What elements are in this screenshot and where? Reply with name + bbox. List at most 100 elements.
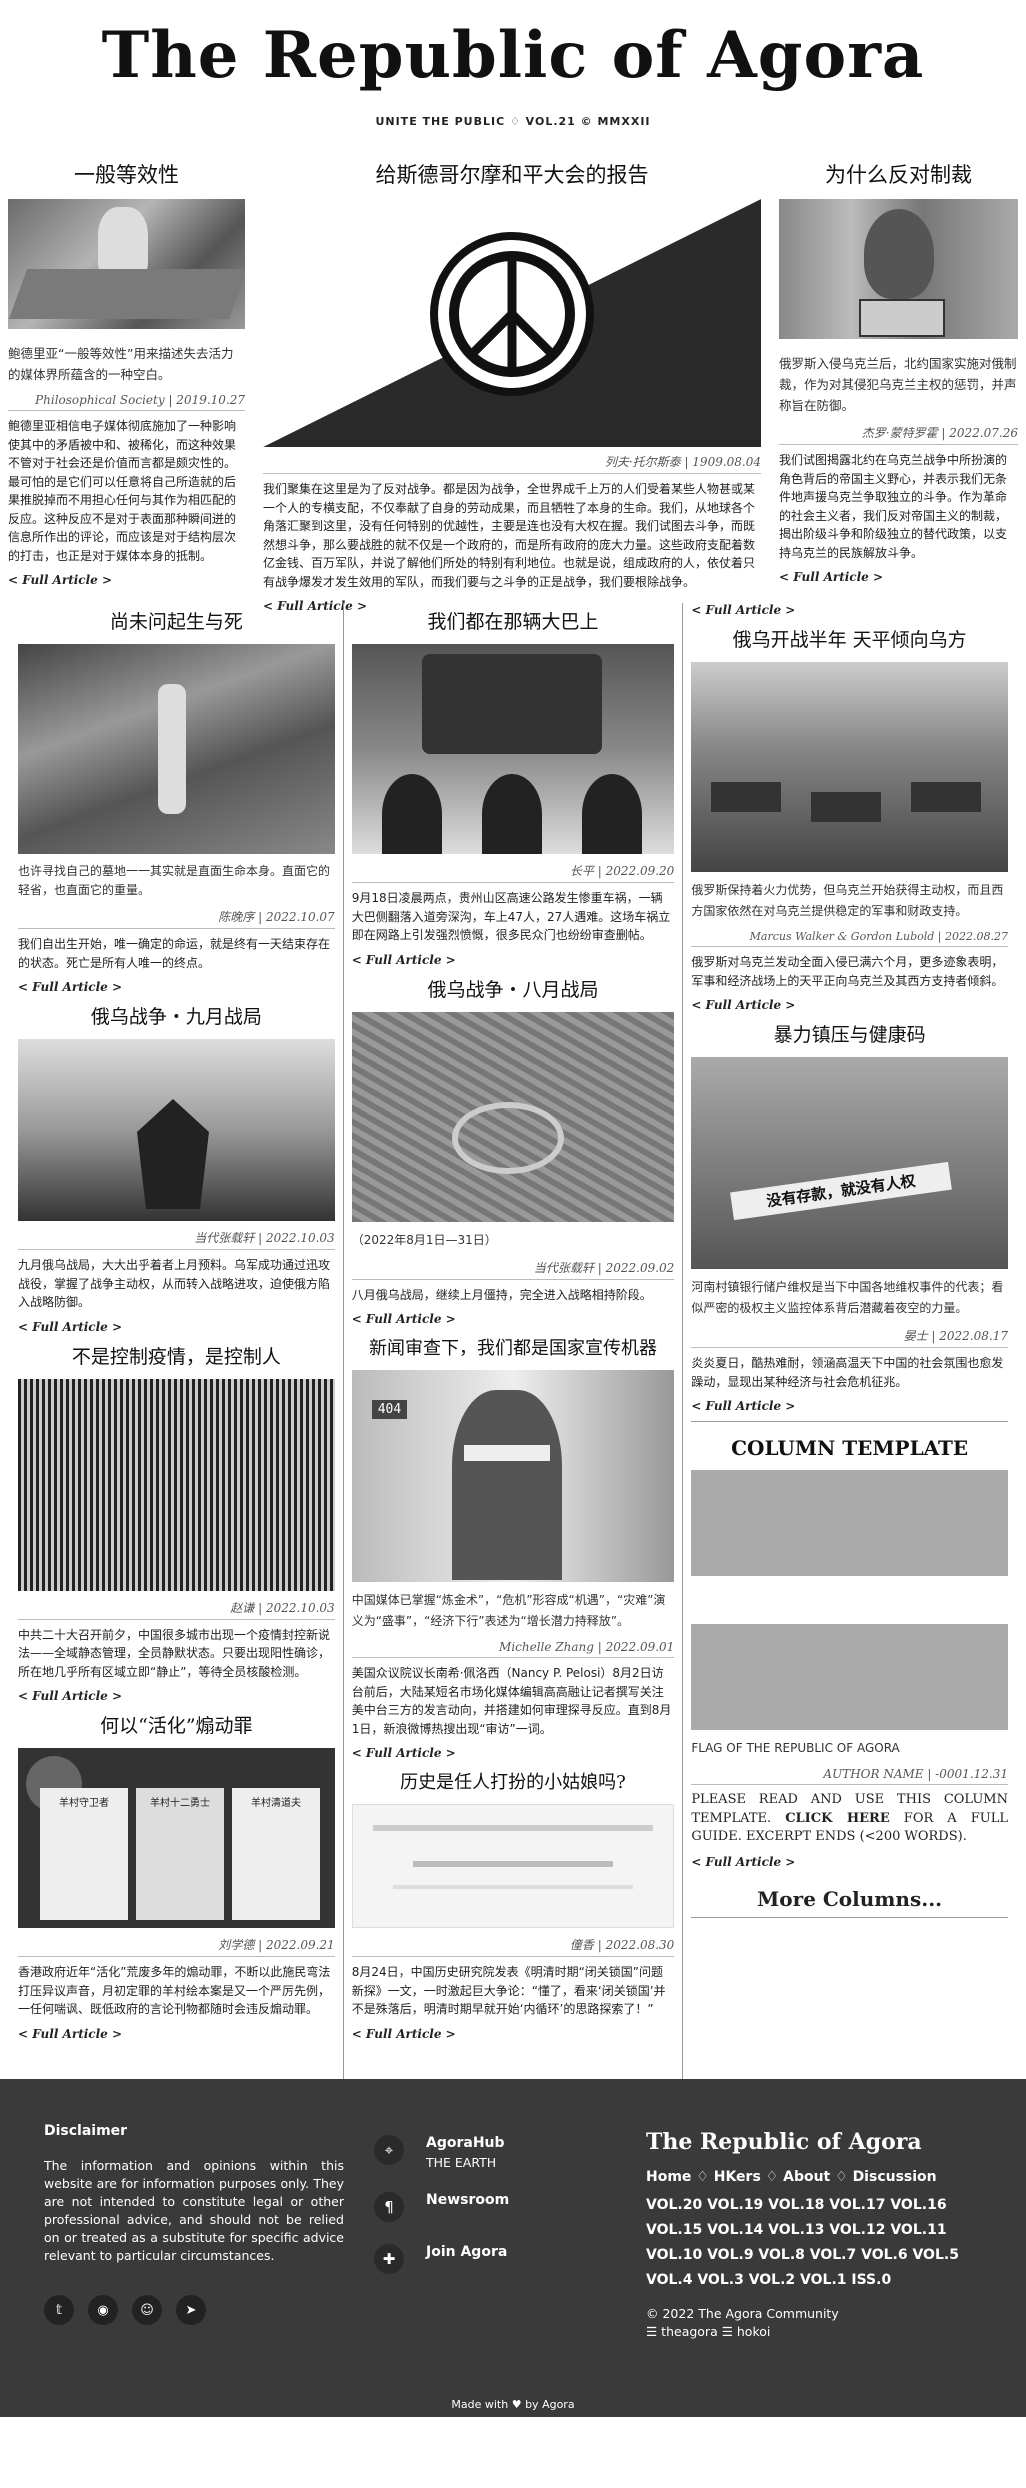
full-article-link[interactable]: < Full Article > — [18, 1689, 335, 1703]
article-image — [18, 644, 335, 854]
telegram-icon[interactable]: ➤ — [176, 2295, 206, 2325]
article-body: 俄罗斯对乌克兰发动全面入侵已满六个月，更多迹象表明，军事和经济战场上的天平正向乌… — [691, 955, 1004, 988]
comic-panel: 羊村十二勇士 — [136, 1788, 224, 1920]
footer-link-agorahub[interactable]: ⌖ AgoraHub THE EARTH — [374, 2135, 509, 2170]
article-card: 不是控制疫情，是控制人 赵谦 | 2022.10.03 中共二十大召开前夕，中国… — [18, 1342, 335, 1703]
article-image — [779, 199, 1018, 339]
article-card: 俄乌战争・八月战局 （2022年8月1日—31日） 当代张载轩 | 2022.0… — [351, 975, 675, 1326]
full-article-link[interactable]: < Full Article > — [352, 1746, 675, 1760]
article-card: 俄乌战争・九月战局 当代张载轩 | 2022.10.03 九月俄乌战局，大大出乎… — [18, 1002, 335, 1334]
article-headline[interactable]: 俄乌战争・九月战局 — [18, 1002, 335, 1029]
article-headline[interactable]: 为什么反对制裁 — [779, 159, 1018, 189]
flag-caption: FLAG OF THE REPUBLIC OF AGORA — [691, 1741, 900, 1755]
link-title: AgoraHub — [426, 2135, 505, 2151]
nav-hkers[interactable]: HKers — [714, 2169, 761, 2185]
article-headline[interactable]: 俄乌战争・八月战局 — [352, 975, 675, 1002]
article-image: 没有存款，就没有人权 — [691, 1057, 1008, 1269]
article-caption: 中国媒体已掌握“炼金术”，“危机”形容成“机遇”，“灾难”演义为“盛事”，“经济… — [351, 1593, 666, 1628]
footer-brand[interactable]: The Republic of Agora — [646, 2129, 986, 2155]
article-byline: 赵谦 | 2022.10.03 — [18, 1599, 335, 1620]
full-article-link[interactable]: < Full Article > — [18, 1320, 335, 1334]
article-card: 暴力镇压与健康码 没有存款，就没有人权 河南村镇银行储户维权是当下中国各地维权事… — [691, 1020, 1008, 1413]
article-sanctions: 为什么反对制裁 俄罗斯入侵乌克兰后，北约国家实施对俄制裁，作为对其侵犯乌克兰主权… — [779, 155, 1018, 655]
credits-text[interactable]: ☰ theagora ☰ hokoi — [646, 2323, 986, 2341]
article-headline[interactable]: 不是控制疫情，是控制人 — [18, 1342, 335, 1369]
column-right: < Full Article > 俄乌开战半年 天平倾向乌方 俄罗斯保持着火力优… — [683, 603, 1016, 2083]
article-byline: 杰罗·蒙特罗霍 | 2022.07.26 — [779, 424, 1018, 445]
site-title[interactable]: The Republic of Agora — [102, 18, 925, 93]
article-headline[interactable]: 我们都在那辆大巴上 — [352, 607, 675, 634]
footer-nav: Home ♢ HKers ♢ About ♢ Discussion — [646, 2169, 937, 2185]
link-title: Join Agora — [426, 2244, 508, 2260]
made-with-text: Made with ♥ by Agora — [451, 2398, 575, 2411]
comic-image: 羊村守卫者 羊村十二勇士 羊村清道夫 — [18, 1748, 335, 1928]
twitter-icon[interactable]: 𝕥 — [44, 2295, 74, 2325]
masthead: The Republic of Agora — [0, 0, 1026, 110]
template-title[interactable]: COLUMN TEMPLATE — [691, 1436, 1008, 1460]
article-caption: 也许寻找自己的墓地一一其实就是直面生命本身。直面它的轻省，也直面它的重量。 — [18, 864, 331, 897]
full-article-link[interactable]: < Full Article > — [18, 2027, 335, 2041]
full-article-link[interactable]: < Full Article > — [691, 1855, 1008, 1869]
article-card: 俄乌开战半年 天平倾向乌方 俄罗斯保持着火力优势，但乌克兰开始获得主动权，而且西… — [691, 625, 1008, 1012]
nav-home[interactable]: Home — [646, 2169, 691, 2185]
article-stockholm-report: 给斯德哥尔摩和平大会的报告 列夫·托尔斯泰 | 1909.08.04 我们聚集在… — [263, 155, 762, 655]
article-caption: 俄罗斯入侵乌克兰后，北约国家实施对俄制裁，作为对其侵犯乌克兰主权的惩罚，并声称旨… — [779, 356, 1017, 413]
article-card: 历史是任人打扮的小姑娘吗? 僮香 | 2022.08.30 8月24日，中国历史… — [351, 1768, 675, 2041]
location-icon: ⌖ — [374, 2135, 404, 2165]
github-icon[interactable]: ◉ — [88, 2295, 118, 2325]
article-byline: 长平 | 2022.09.20 — [351, 862, 675, 883]
footer-link-newsroom[interactable]: ¶ Newsroom — [374, 2192, 509, 2222]
link-subtitle: THE EARTH — [426, 2155, 497, 2170]
article-headline[interactable]: 俄乌开战半年 天平倾向乌方 — [691, 625, 1008, 652]
full-article-link[interactable]: < Full Article > — [8, 573, 245, 587]
article-body: 中共二十大召开前夕，中国很多城市出现一个疫情封控新说法——全域静态管理，全员静默… — [18, 1627, 331, 1679]
article-byline: 晏士 | 2022.08.17 — [691, 1327, 1008, 1348]
volume-links[interactable]: VOL.20 VOL.19 VOL.18 VOL.17 VOL.16 VOL.1… — [646, 2193, 986, 2293]
article-body: 鲍德里亚相信电子媒体彻底施加了一种影响使其中的矛盾被中和、被稀化，而这种效果不管… — [8, 419, 237, 563]
nav-about[interactable]: About — [783, 2169, 830, 2185]
article-byline: 陈晚序 | 2022.10.07 — [18, 908, 335, 929]
more-columns-link[interactable]: More Columns... — [691, 1887, 1008, 1918]
article-image — [351, 1011, 675, 1222]
full-article-link[interactable]: < Full Article > — [352, 1312, 675, 1326]
article-headline[interactable]: 何以“活化”煽动罪 — [18, 1711, 335, 1738]
link-title: Newsroom — [426, 2192, 510, 2208]
article-byline: Michelle Zhang | 2022.09.01 — [351, 1640, 675, 1658]
article-caption: 俄罗斯保持着火力优势，但乌克兰开始获得主动权，而且西方国家依然在对乌克兰提供稳定… — [691, 883, 1004, 918]
full-article-link[interactable]: < Full Article > — [691, 603, 1008, 617]
article-headline[interactable]: 一般等效性 — [8, 159, 245, 189]
article-headline[interactable]: 新闻审查下，我们都是国家宣传机器 — [352, 1334, 675, 1360]
full-article-link[interactable]: < Full Article > — [352, 953, 675, 967]
article-grid: 尚未问起生与死 也许寻找自己的墓地一一其实就是直面生命本身。直面它的轻省，也直面… — [0, 603, 1026, 2083]
copyright-text: © 2022 The Agora Community — [646, 2306, 839, 2321]
article-byline: Marcus Walker & Gordon Lubold | 2022.08.… — [691, 930, 1008, 947]
full-article-link[interactable]: < Full Article > — [352, 2027, 675, 2041]
discord-icon[interactable]: ☺ — [132, 2295, 162, 2325]
article-caption: 鲍德里亚“一般等效性”用来描述失去活力的媒体界所蕴含的一种空白。 — [8, 346, 234, 382]
article-card: 尚未问起生与死 也许寻找自己的墓地一一其实就是直面生命本身。直面它的轻省，也直面… — [18, 607, 335, 994]
article-headline[interactable]: 给斯德哥尔摩和平大会的报告 — [263, 159, 761, 189]
social-links: 𝕥 ◉ ☺ ➤ — [44, 2295, 344, 2325]
article-byline: 刘学德 | 2022.09.21 — [18, 1936, 335, 1957]
article-headline[interactable]: 暴力镇压与健康码 — [691, 1020, 1008, 1047]
article-body: 美国众议院议长南希·佩洛西（Nancy P. Pelosi）8月2日访台前后，大… — [351, 1666, 672, 1736]
article-body: 香港政府近年“活化”荒废多年的煽动罪，不断以此施民弯法打压异议声音，月初定罪的羊… — [18, 1965, 331, 2016]
article-body: 九月俄乌战局，大大出乎着者上月预料。乌军成功通过迅攻战役，掌握了战争主动权，从而… — [18, 1258, 331, 1309]
guide-link[interactable]: CLICK HERE — [785, 1811, 890, 1826]
article-headline[interactable]: 尚未问起生与死 — [18, 607, 335, 634]
column-middle: 我们都在那辆大巴上 长平 | 2022.09.20 9月18日凌晨两点，贵州山区… — [342, 603, 684, 2083]
site-footer: Disclaimer The information and opinions … — [0, 2079, 1026, 2417]
full-article-link[interactable]: < Full Article > — [691, 1399, 1008, 1413]
disclaimer-title: Disclaimer — [44, 2123, 128, 2139]
article-byline: 当代张载轩 | 2022.09.02 — [351, 1259, 675, 1280]
nav-discussion[interactable]: Discussion — [853, 2169, 937, 2185]
full-article-link[interactable]: < Full Article > — [18, 980, 335, 994]
footer-disclaimer: Disclaimer The information and opinions … — [44, 2123, 344, 2325]
full-article-link[interactable]: < Full Article > — [691, 998, 1008, 1012]
full-article-link[interactable]: < Full Article > — [779, 570, 1018, 584]
article-headline[interactable]: 历史是任人打扮的小姑娘吗? — [352, 1768, 675, 1794]
protest-banner: 没有存款，就没有人权 — [730, 1161, 953, 1221]
article-byline: AUTHOR NAME | -0001.12.31 — [691, 1767, 1008, 1785]
footer-link-join[interactable]: ✚ Join Agora — [374, 2244, 509, 2274]
